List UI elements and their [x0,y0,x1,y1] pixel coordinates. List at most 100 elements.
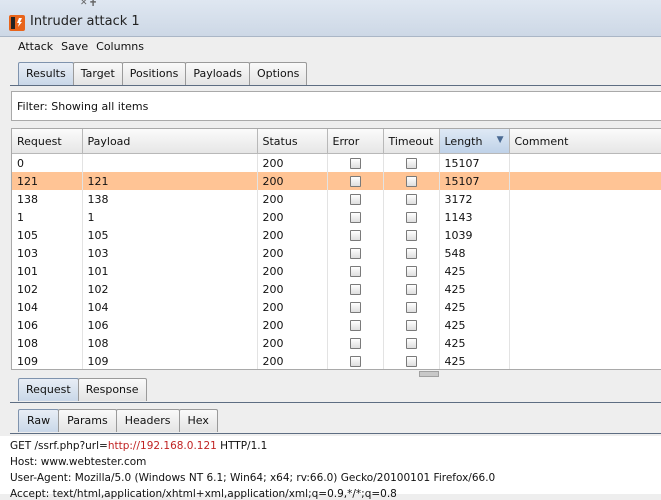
cell-request: 104 [12,298,83,316]
menu-save[interactable]: Save [58,37,93,57]
error-checkbox[interactable] [349,230,361,241]
cell-timeout [383,280,440,298]
cell-comment [509,208,661,226]
table-row[interactable]: 101 101 200 425 [12,262,661,280]
cell-payload: 106 [82,316,258,334]
cell-comment [509,172,661,190]
filter-bar[interactable]: Filter: Showing all items [11,91,661,121]
tab-headers[interactable]: Headers [115,409,180,432]
error-checkbox[interactable] [349,302,361,313]
timeout-checkbox[interactable] [405,338,417,349]
menu-bar: Attack Save Columns [8,37,661,58]
table-row[interactable]: 0 200 15107 [12,153,661,172]
cell-error [327,172,384,190]
table-row[interactable]: 105 105 200 1039 [12,226,661,244]
table-row[interactable]: 138 138 200 3172 [12,190,661,208]
table-row[interactable]: 106 106 200 425 [12,316,661,334]
menu-columns[interactable]: Columns [93,37,149,57]
cell-payload: 101 [82,262,258,280]
tab-response[interactable]: Response [77,378,147,401]
cell-error [327,298,384,316]
table-row[interactable]: 109 109 200 425 [12,352,661,369]
cell-timeout [383,316,440,334]
cell-timeout [383,172,440,190]
message-tabs: Request Response [18,378,147,402]
timeout-checkbox[interactable] [405,248,417,259]
cell-error [327,352,384,369]
cell-error [327,334,384,352]
column-header-comment[interactable]: Comment [509,129,661,154]
cell-request: 102 [12,280,83,298]
timeout-checkbox[interactable] [405,158,417,169]
error-checkbox[interactable] [349,266,361,277]
error-checkbox[interactable] [349,284,361,295]
table-header-row: Request Payload Status Error Timeout Len… [12,129,661,154]
timeout-checkbox[interactable] [405,194,417,205]
error-checkbox[interactable] [349,356,361,367]
column-header-status[interactable]: Status [257,129,328,154]
tab-hex[interactable]: Hex [178,409,218,432]
column-header-payload[interactable]: Payload [82,129,258,154]
tab-positions[interactable]: Positions [121,62,187,85]
table-row[interactable]: 103 103 200 548 [12,244,661,262]
error-checkbox[interactable] [349,194,361,205]
error-checkbox[interactable] [349,158,361,169]
cell-payload: 109 [82,352,258,369]
cell-timeout [383,190,440,208]
cell-status: 200 [257,352,328,369]
error-checkbox[interactable] [349,176,361,187]
column-header-error[interactable]: Error [327,129,384,154]
error-checkbox[interactable] [349,212,361,223]
cell-status: 200 [257,244,328,262]
timeout-checkbox[interactable] [405,284,417,295]
column-header-timeout[interactable]: Timeout [383,129,440,154]
raw-request-editor[interactable]: GET /ssrf.php?url=http://192.168.0.121 H… [0,436,661,500]
cell-payload: 105 [82,226,258,244]
tab-results[interactable]: Results [18,62,74,85]
tab-target[interactable]: Target [72,62,123,85]
timeout-checkbox[interactable] [405,356,417,367]
request-method-path: GET /ssrf.php?url= [10,440,108,452]
tab-raw[interactable]: Raw [18,409,60,432]
column-header-length[interactable]: Length ▼ [439,129,510,154]
error-checkbox[interactable] [349,338,361,349]
timeout-checkbox[interactable] [405,302,417,313]
request-protocol: HTTP/1.1 [216,440,268,452]
tab-payloads[interactable]: Payloads [185,62,250,85]
table-row[interactable]: 104 104 200 425 [12,298,661,316]
cell-length: 425 [439,298,510,316]
cell-timeout [383,298,440,316]
cell-request: 121 [12,172,83,190]
column-header-label: Length [444,134,483,148]
cell-request: 101 [12,262,83,280]
cell-status: 200 [257,153,328,172]
timeout-checkbox[interactable] [405,230,417,241]
cell-timeout [383,352,440,369]
timeout-checkbox[interactable] [405,176,417,187]
pane-split-handle[interactable] [419,371,439,377]
tab-request[interactable]: Request [18,378,79,401]
request-line: GET /ssrf.php?url=http://192.168.0.121 H… [10,440,267,452]
timeout-checkbox[interactable] [405,266,417,277]
table-row[interactable]: 102 102 200 425 [12,280,661,298]
cell-comment [509,352,661,369]
table-row[interactable]: 1 1 200 1143 [12,208,661,226]
tab-options[interactable]: Options [248,62,308,85]
column-header-label: Payload [87,134,131,148]
tab-params[interactable]: Params [58,409,117,432]
table-row[interactable]: 121 121 200 15107 [12,172,661,190]
timeout-checkbox[interactable] [405,320,417,331]
error-checkbox[interactable] [349,248,361,259]
error-checkbox[interactable] [349,320,361,331]
view-tabs: Raw Params Headers Hex [18,409,218,433]
cell-length: 548 [439,244,510,262]
cell-timeout [383,244,440,262]
table-row[interactable]: 108 108 200 425 [12,334,661,352]
cell-timeout [383,153,440,172]
column-header-label: Timeout [388,134,434,148]
cell-status: 200 [257,226,328,244]
cell-comment [509,334,661,352]
column-header-request[interactable]: Request [12,129,83,154]
timeout-checkbox[interactable] [405,212,417,223]
menu-attack[interactable]: Attack [8,37,58,57]
